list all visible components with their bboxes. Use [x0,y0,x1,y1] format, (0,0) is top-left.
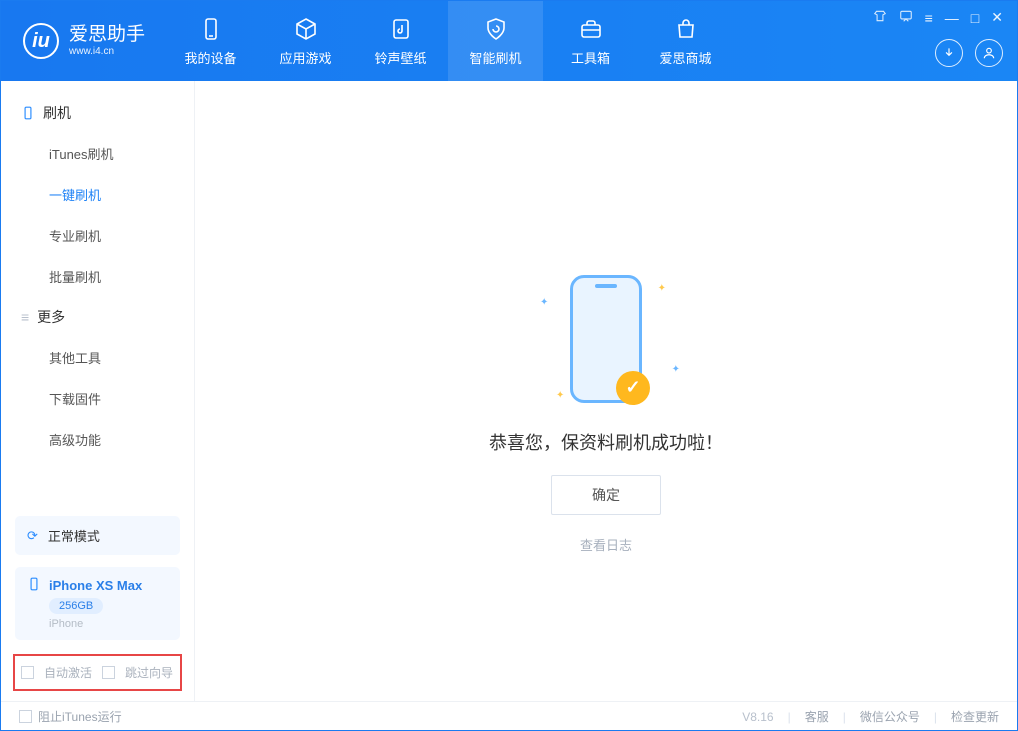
tab-label: 铃声壁纸 [375,48,427,67]
device-name: iPhone XS Max [49,578,142,593]
block-itunes-label: 阻止iTunes运行 [38,708,122,725]
auto-activate-label: 自动激活 [44,664,92,681]
skip-guide-checkbox[interactable] [102,666,115,679]
device-icon [27,577,41,594]
music-file-icon [388,16,414,42]
main-content: ✦✦✦✦ ✓ 恭喜您，保资料刷机成功啦！ 确定 查看日志 [195,81,1017,701]
refresh-icon: ⟳ [27,528,38,544]
wechat-link[interactable]: 微信公众号 [860,708,920,725]
version-label: V8.16 [742,710,773,724]
shield-refresh-icon [483,16,509,42]
feedback-icon[interactable] [899,9,913,26]
cube-icon [293,16,319,42]
maximize-button[interactable]: □ [971,10,979,26]
highlighted-options-row: 自动激活 跳过向导 [13,654,182,691]
tab-label: 应用游戏 [280,48,332,67]
sidebar-group-label: 更多 [37,307,65,327]
header: iu 爱思助手 www.i4.cn 我的设备 应用游戏 铃声壁纸 智能刷机 工具… [1,1,1017,81]
phone-small-icon [21,106,35,120]
tab-toolbox[interactable]: 工具箱 [543,1,638,81]
close-button[interactable]: ✕ [991,9,1003,26]
success-graphic: ✦✦✦✦ ✓ [526,269,686,409]
logo-icon: iu [23,23,59,59]
list-icon: ≡ [21,309,29,325]
sidebar-item-advanced[interactable]: 高级功能 [1,419,194,460]
app-subtitle: www.i4.cn [69,46,145,58]
sidebar-group-flash: 刷机 [1,93,194,133]
user-button[interactable] [975,39,1003,67]
tab-label: 智能刷机 [470,48,522,67]
tab-store[interactable]: 爱思商城 [638,1,733,81]
tab-ringtones-wallpapers[interactable]: 铃声壁纸 [353,1,448,81]
window-controls: ≡ ― □ ✕ [873,9,1003,26]
auto-activate-checkbox[interactable] [21,666,34,679]
sidebar-item-other-tools[interactable]: 其他工具 [1,337,194,378]
sidebar-item-pro-flash[interactable]: 专业刷机 [1,215,194,256]
tab-apps-games[interactable]: 应用游戏 [258,1,353,81]
sidebar-item-download-firmware[interactable]: 下载固件 [1,378,194,419]
tab-my-device[interactable]: 我的设备 [163,1,258,81]
top-tabs: 我的设备 应用游戏 铃声壁纸 智能刷机 工具箱 爱思商城 [163,1,733,81]
toolbox-icon [578,16,604,42]
check-update-link[interactable]: 检查更新 [951,708,999,725]
logo: iu 爱思助手 www.i4.cn [1,23,163,59]
sidebar-item-batch-flash[interactable]: 批量刷机 [1,256,194,297]
phone-icon [198,16,224,42]
ok-button[interactable]: 确定 [551,475,661,515]
menu-icon[interactable]: ≡ [925,10,933,26]
tab-label: 我的设备 [185,48,237,67]
sidebar-group-label: 刷机 [43,103,71,123]
sidebar-item-onekey-flash[interactable]: 一键刷机 [1,174,194,215]
sidebar-item-itunes-flash[interactable]: iTunes刷机 [1,133,194,174]
tab-label: 爱思商城 [660,48,712,67]
bag-icon [673,16,699,42]
device-storage: 256GB [49,598,103,614]
skip-guide-label: 跳过向导 [125,664,173,681]
device-card[interactable]: iPhone XS Max 256GB iPhone [15,567,180,640]
block-itunes-checkbox[interactable] [19,710,32,723]
statusbar: 阻止iTunes运行 V8.16 | 客服 | 微信公众号 | 检查更新 [1,701,1017,731]
tab-smart-flash[interactable]: 智能刷机 [448,1,543,81]
minimize-button[interactable]: ― [945,10,959,26]
tab-label: 工具箱 [571,48,610,67]
view-log-link[interactable]: 查看日志 [580,535,632,554]
sidebar: 刷机 iTunes刷机 一键刷机 专业刷机 批量刷机 ≡ 更多 其他工具 下载固… [1,81,195,701]
customer-service-link[interactable]: 客服 [805,708,829,725]
sidebar-group-more: ≡ 更多 [1,297,194,337]
app-title: 爱思助手 [69,24,145,46]
skin-icon[interactable] [873,9,887,26]
check-badge-icon: ✓ [616,371,650,405]
download-button[interactable] [935,39,963,67]
device-type: iPhone [49,618,83,630]
device-mode-card[interactable]: ⟳ 正常模式 [15,516,180,555]
device-mode-label: 正常模式 [48,526,100,545]
success-message: 恭喜您，保资料刷机成功啦！ [489,429,723,455]
